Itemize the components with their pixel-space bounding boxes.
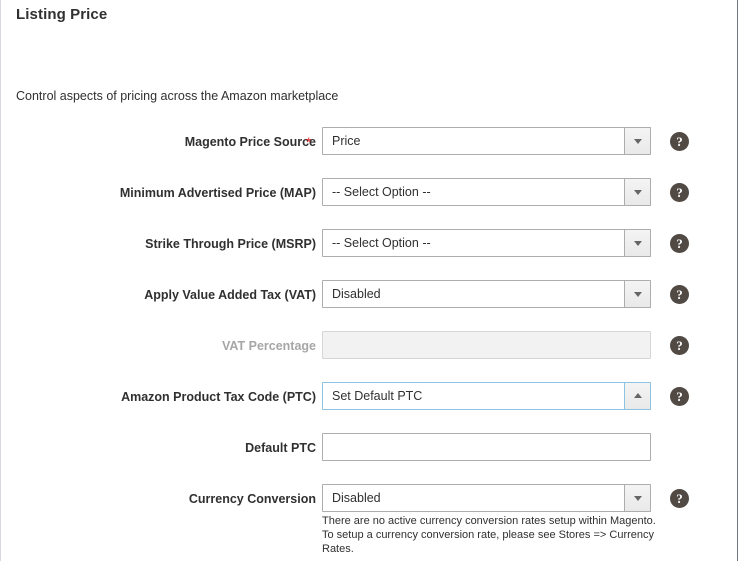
select-minimum-advertised-price[interactable]: -- Select Option -- <box>322 178 651 206</box>
help-icon-strike-through-price[interactable]: ? <box>670 234 689 253</box>
field-label-magento-price-source: Magento Price Source <box>184 135 316 149</box>
triangle-glyph <box>633 139 642 144</box>
field-value-strike-through-price: -- Select Option -- <box>332 236 431 250</box>
field-row-currency-conversion: Currency Conversion Disabled? There are no… <box>0 484 750 555</box>
field-label-default-ptc: Default PTC <box>245 441 316 455</box>
field-row-magento-price-source: Magento Price Source * Price? <box>0 127 750 178</box>
select-magento-price-source[interactable]: Price <box>322 127 651 155</box>
input-default-ptc[interactable] <box>322 433 651 461</box>
select-amazon-product-tax-code[interactable]: Set Default PTC <box>322 382 651 410</box>
triangle-glyph <box>633 190 642 195</box>
field-value-currency-conversion: Disabled <box>332 491 381 505</box>
field-row-minimum-advertised-price: Minimum Advertised Price (MAP) -- Select … <box>0 178 750 229</box>
page-title: Listing Price <box>16 6 108 23</box>
field-value-amazon-product-tax-code: Set Default PTC <box>332 389 423 403</box>
field-value-default-ptc <box>332 434 642 460</box>
triangle-glyph <box>633 292 642 297</box>
help-icon-magento-price-source[interactable]: ? <box>670 132 689 151</box>
field-row-amazon-product-tax-code: Amazon Product Tax Code (PTC) Set Default… <box>0 382 750 433</box>
field-row-default-ptc: Default PTC <box>0 433 750 484</box>
field-label-currency-conversion: Currency Conversion <box>188 492 316 506</box>
field-label-strike-through-price: Strike Through Price (MSRP) <box>145 237 316 251</box>
field-label-apply-value-added-tax: Apply Value Added Tax (VAT) <box>144 288 316 302</box>
field-label-vat-percentage: VAT Percentage <box>221 339 316 353</box>
help-icon-minimum-advertised-price[interactable]: ? <box>670 183 689 202</box>
field-row-apply-value-added-tax: Apply Value Added Tax (VAT) Disabled? <box>0 280 750 331</box>
help-icon-vat-percentage[interactable]: ? <box>670 336 689 355</box>
input-vat-percentage <box>322 331 651 359</box>
field-label-amazon-product-tax-code: Amazon Product Tax Code (PTC) <box>121 390 316 404</box>
required-marker-icon: * <box>306 134 312 150</box>
chevron-down-icon[interactable] <box>624 229 651 257</box>
chevron-down-icon[interactable] <box>624 484 651 512</box>
triangle-glyph <box>633 496 642 501</box>
chevron-down-icon[interactable] <box>624 280 651 308</box>
field-value-minimum-advertised-price: -- Select Option -- <box>332 185 431 199</box>
chevron-down-icon[interactable] <box>624 178 651 206</box>
field-value-magento-price-source: Price <box>332 134 361 148</box>
help-icon-amazon-product-tax-code[interactable]: ? <box>670 387 689 406</box>
help-icon-apply-value-added-tax[interactable]: ? <box>670 285 689 304</box>
field-value-vat-percentage <box>332 332 642 358</box>
section-description: Control aspects of pricing across the Am… <box>16 89 339 103</box>
field-row-vat-percentage: VAT Percentage? <box>0 331 750 382</box>
field-value-apply-value-added-tax: Disabled <box>332 287 381 301</box>
select-apply-value-added-tax[interactable]: Disabled <box>322 280 651 308</box>
triangle-glyph <box>633 393 642 398</box>
field-label-minimum-advertised-price: Minimum Advertised Price (MAP) <box>119 186 316 200</box>
field-note-currency-conversion: There are no active currency conversion … <box>322 515 656 555</box>
select-strike-through-price[interactable]: -- Select Option -- <box>322 229 651 257</box>
select-currency-conversion[interactable]: Disabled <box>322 484 651 512</box>
field-row-strike-through-price: Strike Through Price (MSRP) -- Select Opt… <box>0 229 750 280</box>
listing-price-panel: Listing Price Control aspects of pricing… <box>0 0 750 561</box>
chevron-up-icon[interactable] <box>624 382 651 410</box>
triangle-glyph <box>633 241 642 246</box>
chevron-down-icon[interactable] <box>624 127 651 155</box>
help-icon-currency-conversion[interactable]: ? <box>670 489 689 508</box>
listing-price-form: Magento Price Source * Price? Minimum Adver… <box>0 127 750 555</box>
